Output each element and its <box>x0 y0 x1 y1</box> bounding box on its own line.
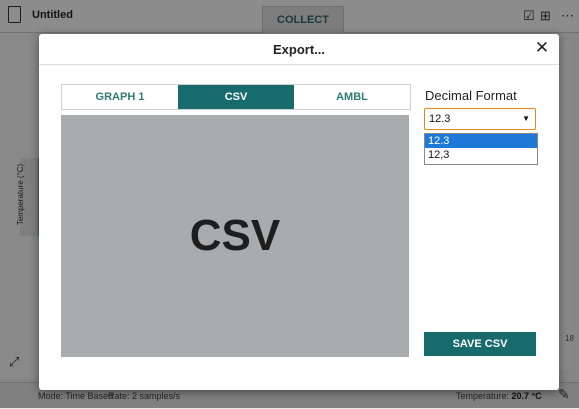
option-comma[interactable]: 12,3 <box>425 148 537 162</box>
decimal-format-label: Decimal Format <box>425 88 517 103</box>
tab-graph-1[interactable]: GRAPH 1 <box>62 85 178 109</box>
export-tabs: GRAPH 1 CSV AMBL <box>61 84 411 110</box>
select-value: 12.3 <box>429 113 451 125</box>
close-icon[interactable]: ✕ <box>533 38 551 58</box>
tab-ambl[interactable]: AMBL <box>294 85 410 109</box>
preview-text: CSV <box>189 211 281 260</box>
dialog-header: Export... ✕ <box>39 34 559 65</box>
save-csv-button[interactable]: SAVE CSV <box>424 332 536 356</box>
dialog-title: Export... <box>272 42 325 57</box>
decimal-format-select[interactable]: 12.3 ▼ <box>424 108 536 130</box>
option-period[interactable]: 12.3 <box>425 134 537 148</box>
export-dialog: Export... ✕ GRAPH 1 CSV AMBL CSV Decimal… <box>39 34 559 390</box>
tab-csv[interactable]: CSV <box>178 85 294 109</box>
export-preview: CSV <box>61 115 409 357</box>
decimal-format-options: 12.3 12,3 <box>424 133 538 165</box>
dropdown-arrow-icon: ▼ <box>522 114 530 123</box>
